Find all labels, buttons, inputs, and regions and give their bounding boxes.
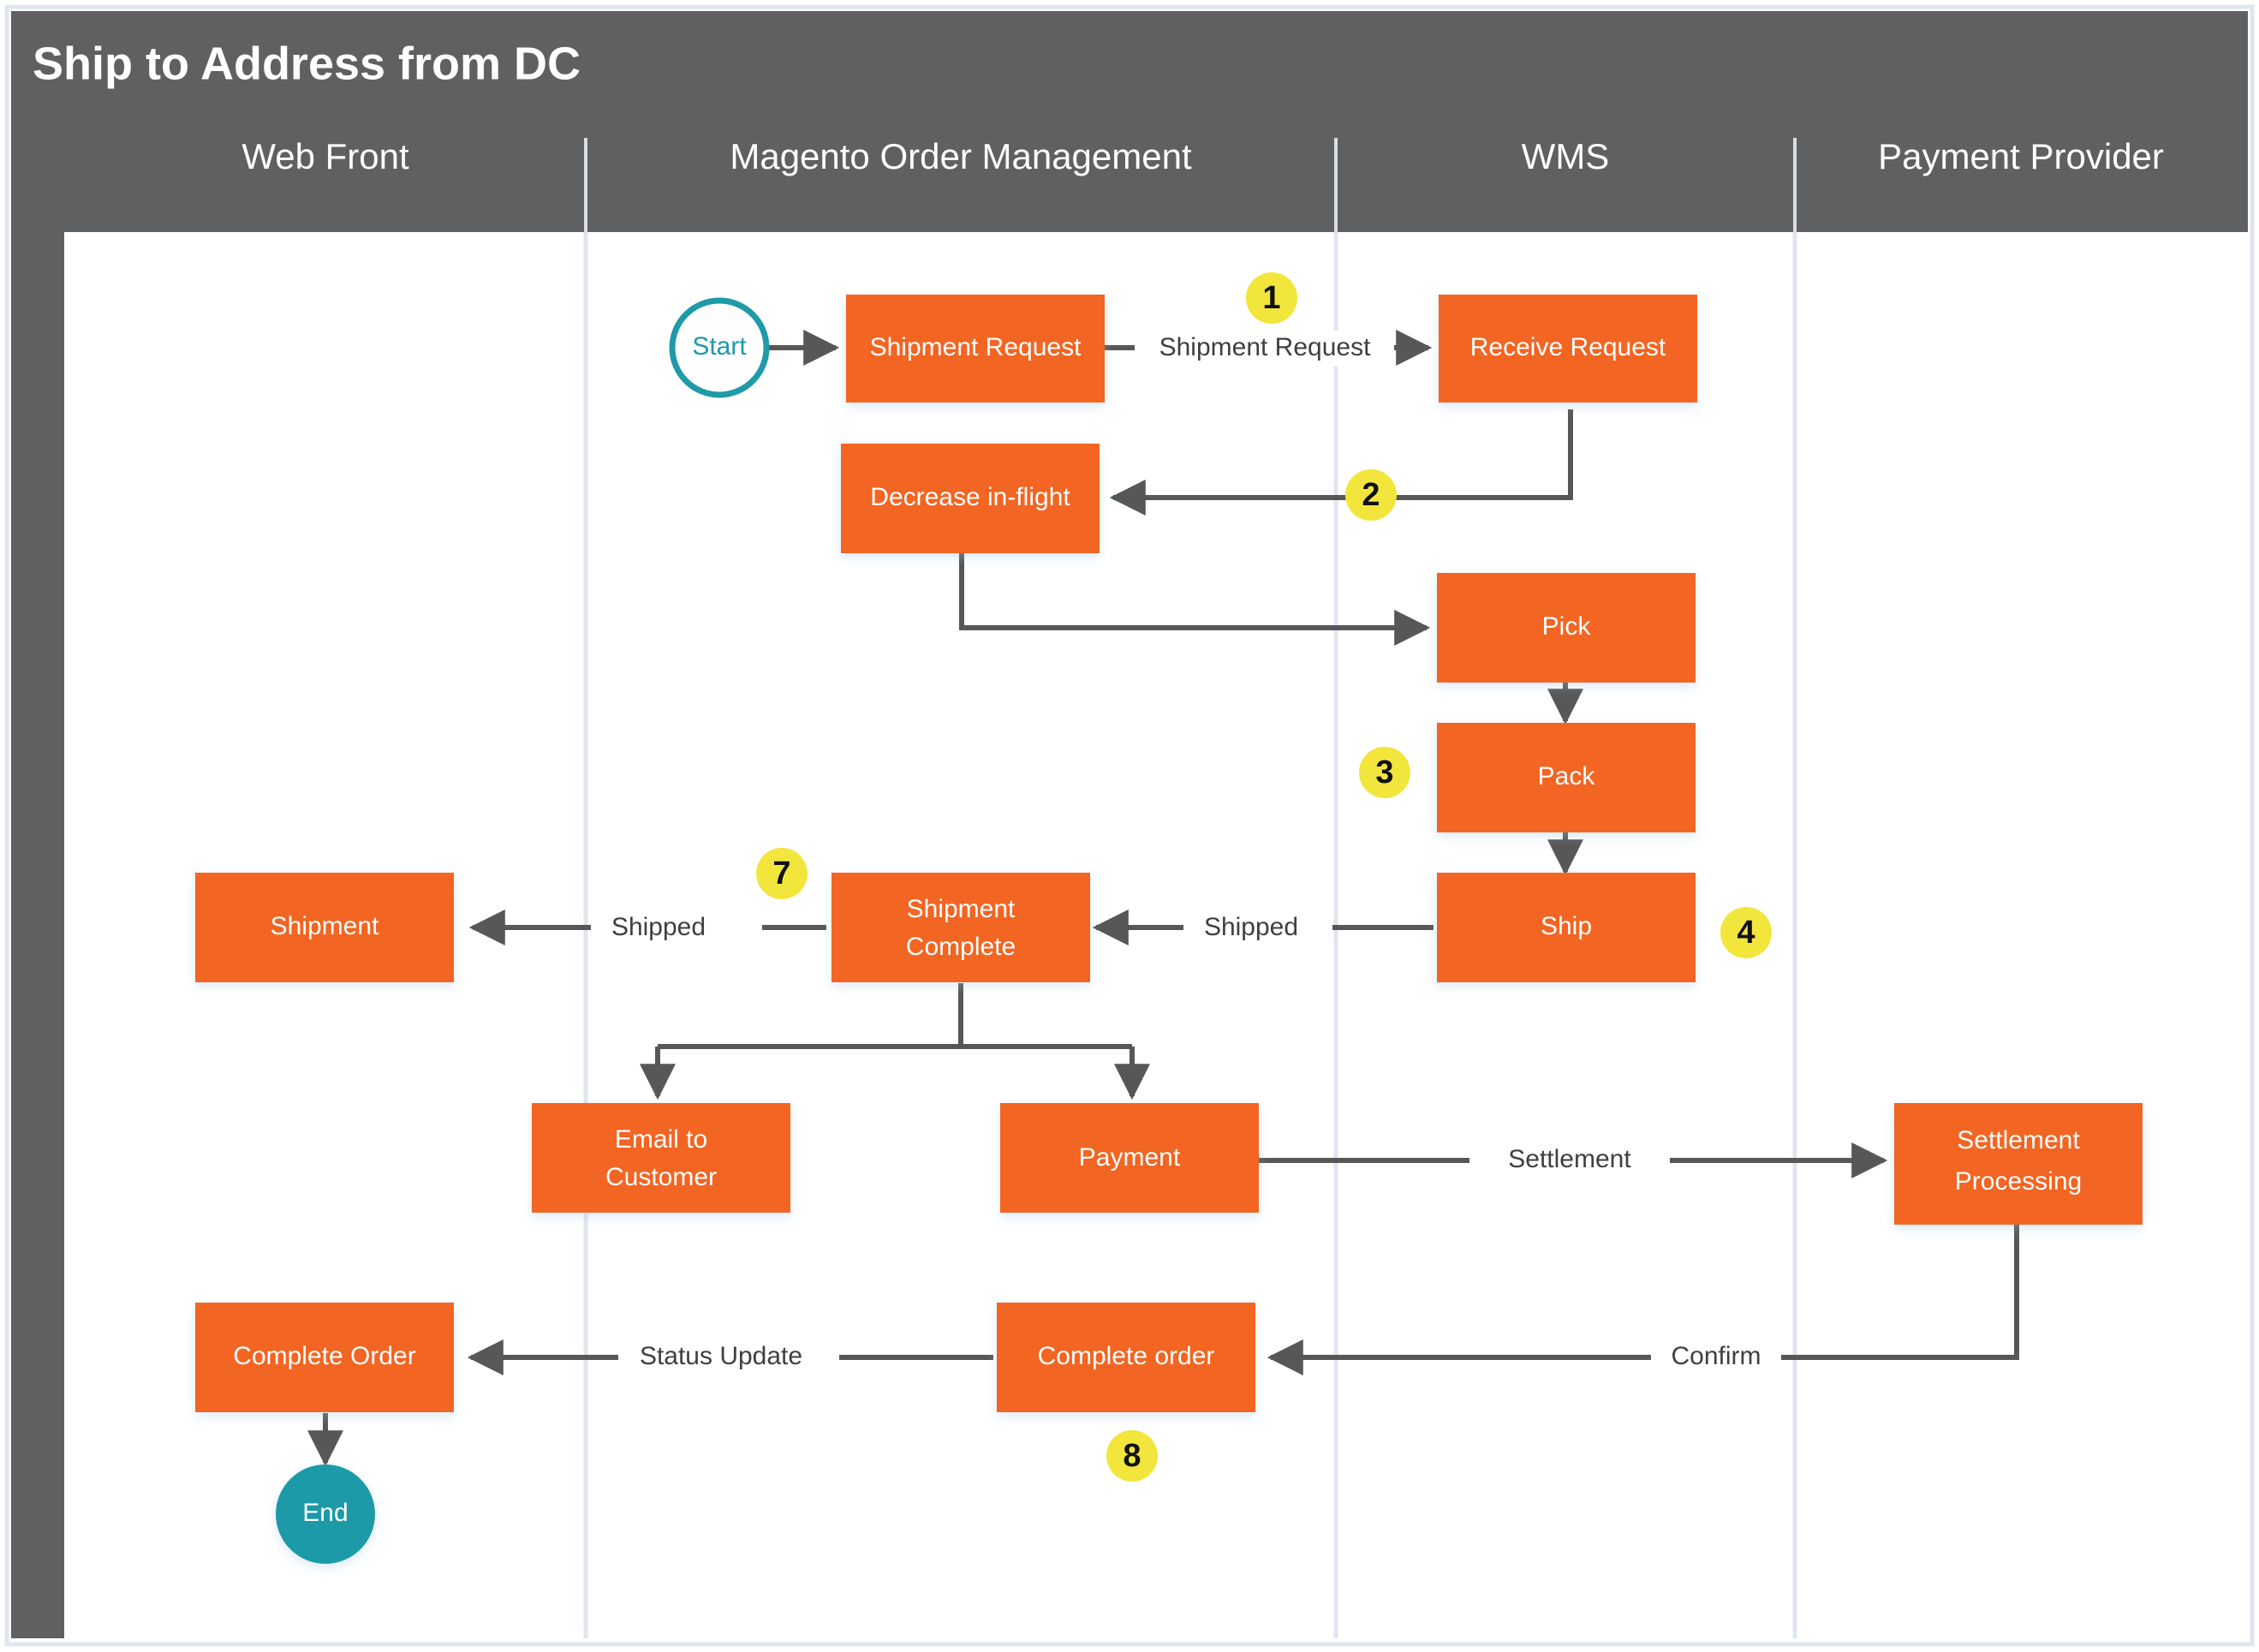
pack-label: Pack	[1538, 762, 1596, 790]
shipment-complete-label-line2: Complete	[906, 933, 1016, 961]
page-title: Ship to Address from DC	[33, 38, 581, 89]
badge-8[interactable]: 8	[1106, 1430, 1158, 1482]
settlement-processing-label-line2: Processing	[1955, 1167, 2082, 1196]
badge-3[interactable]: 3	[1359, 747, 1410, 798]
email-to-customer-box	[532, 1103, 790, 1213]
badge-7-label: 7	[772, 856, 790, 892]
node-start[interactable]: Start	[669, 297, 770, 398]
payment-label: Payment	[1079, 1143, 1181, 1172]
lane-header-wms: WMS	[1522, 136, 1610, 176]
decrease-in-flight-label: Decrease in-flight	[870, 483, 1070, 511]
shipment-request-label: Shipment Request	[870, 333, 1082, 361]
badge-4[interactable]: 4	[1720, 907, 1772, 958]
settlement-processing-label-line1: Settlement	[1957, 1126, 2080, 1154]
edge-label-settlement: Settlement	[1508, 1145, 1631, 1173]
node-end[interactable]: End	[276, 1464, 375, 1564]
swimlane-diagram: Ship to Address from DC Web Front Magent…	[4, 4, 2255, 1647]
node-decrease-in-flight[interactable]: Decrease in-flight	[841, 444, 1100, 553]
edge-label-shipment-request: Shipment Request	[1159, 333, 1371, 361]
node-shipment[interactable]: Shipment	[195, 873, 454, 982]
edge-label-shipped-left: Shipped	[611, 913, 706, 941]
badge-2-label: 2	[1362, 477, 1380, 513]
shipment-complete-label-line1: Shipment	[907, 895, 1016, 923]
node-ship[interactable]: Ship	[1437, 873, 1696, 982]
complete-order-magento-label: Complete order	[1038, 1342, 1215, 1370]
diagram-page: Ship to Address from DC Web Front Magent…	[0, 0, 2259, 1652]
edge-label-confirm: Confirm	[1671, 1342, 1761, 1370]
end-label: End	[302, 1499, 348, 1527]
badge-1[interactable]: 1	[1246, 272, 1297, 324]
lane-header-web-front: Web Front	[241, 136, 409, 176]
badge-4-label: 4	[1737, 915, 1755, 951]
lane-header-magento-order-management: Magento Order Management	[730, 136, 1192, 176]
settlement-processing-box	[1894, 1103, 2143, 1225]
ship-label: Ship	[1541, 912, 1592, 940]
node-settlement-processing[interactable]: Settlement Processing	[1894, 1103, 2143, 1225]
complete-order-web-label: Complete Order	[233, 1342, 415, 1370]
receive-request-label: Receive Request	[1470, 333, 1666, 361]
node-pack[interactable]: Pack	[1437, 723, 1696, 832]
node-complete-order-web[interactable]: Complete Order	[195, 1303, 454, 1412]
badge-1-label: 1	[1262, 280, 1280, 316]
badge-3-label: 3	[1375, 754, 1393, 790]
node-email-to-customer[interactable]: Email to Customer	[532, 1103, 790, 1213]
edge-label-status-update: Status Update	[640, 1342, 802, 1370]
node-receive-request[interactable]: Receive Request	[1439, 295, 1697, 403]
node-payment[interactable]: Payment	[1000, 1103, 1259, 1213]
pick-label: Pick	[1542, 612, 1592, 641]
node-shipment-request[interactable]: Shipment Request	[846, 295, 1105, 403]
email-to-customer-label-line2: Customer	[605, 1163, 717, 1191]
shipment-complete-box	[831, 873, 1090, 982]
lane-header-payment-provider: Payment Provider	[1878, 136, 2164, 176]
email-to-customer-label-line1: Email to	[615, 1125, 707, 1154]
node-complete-order-magento[interactable]: Complete order	[997, 1303, 1255, 1412]
left-rail	[11, 11, 64, 1638]
badge-2[interactable]: 2	[1345, 469, 1397, 521]
badge-8-label: 8	[1123, 1438, 1141, 1474]
start-label: Start	[692, 332, 747, 361]
shipment-label: Shipment	[271, 912, 379, 940]
node-shipment-complete[interactable]: Shipment Complete	[831, 873, 1090, 982]
edge-label-shipped-right: Shipped	[1204, 913, 1298, 941]
node-pick[interactable]: Pick	[1437, 573, 1696, 683]
badge-7[interactable]: 7	[756, 848, 808, 899]
